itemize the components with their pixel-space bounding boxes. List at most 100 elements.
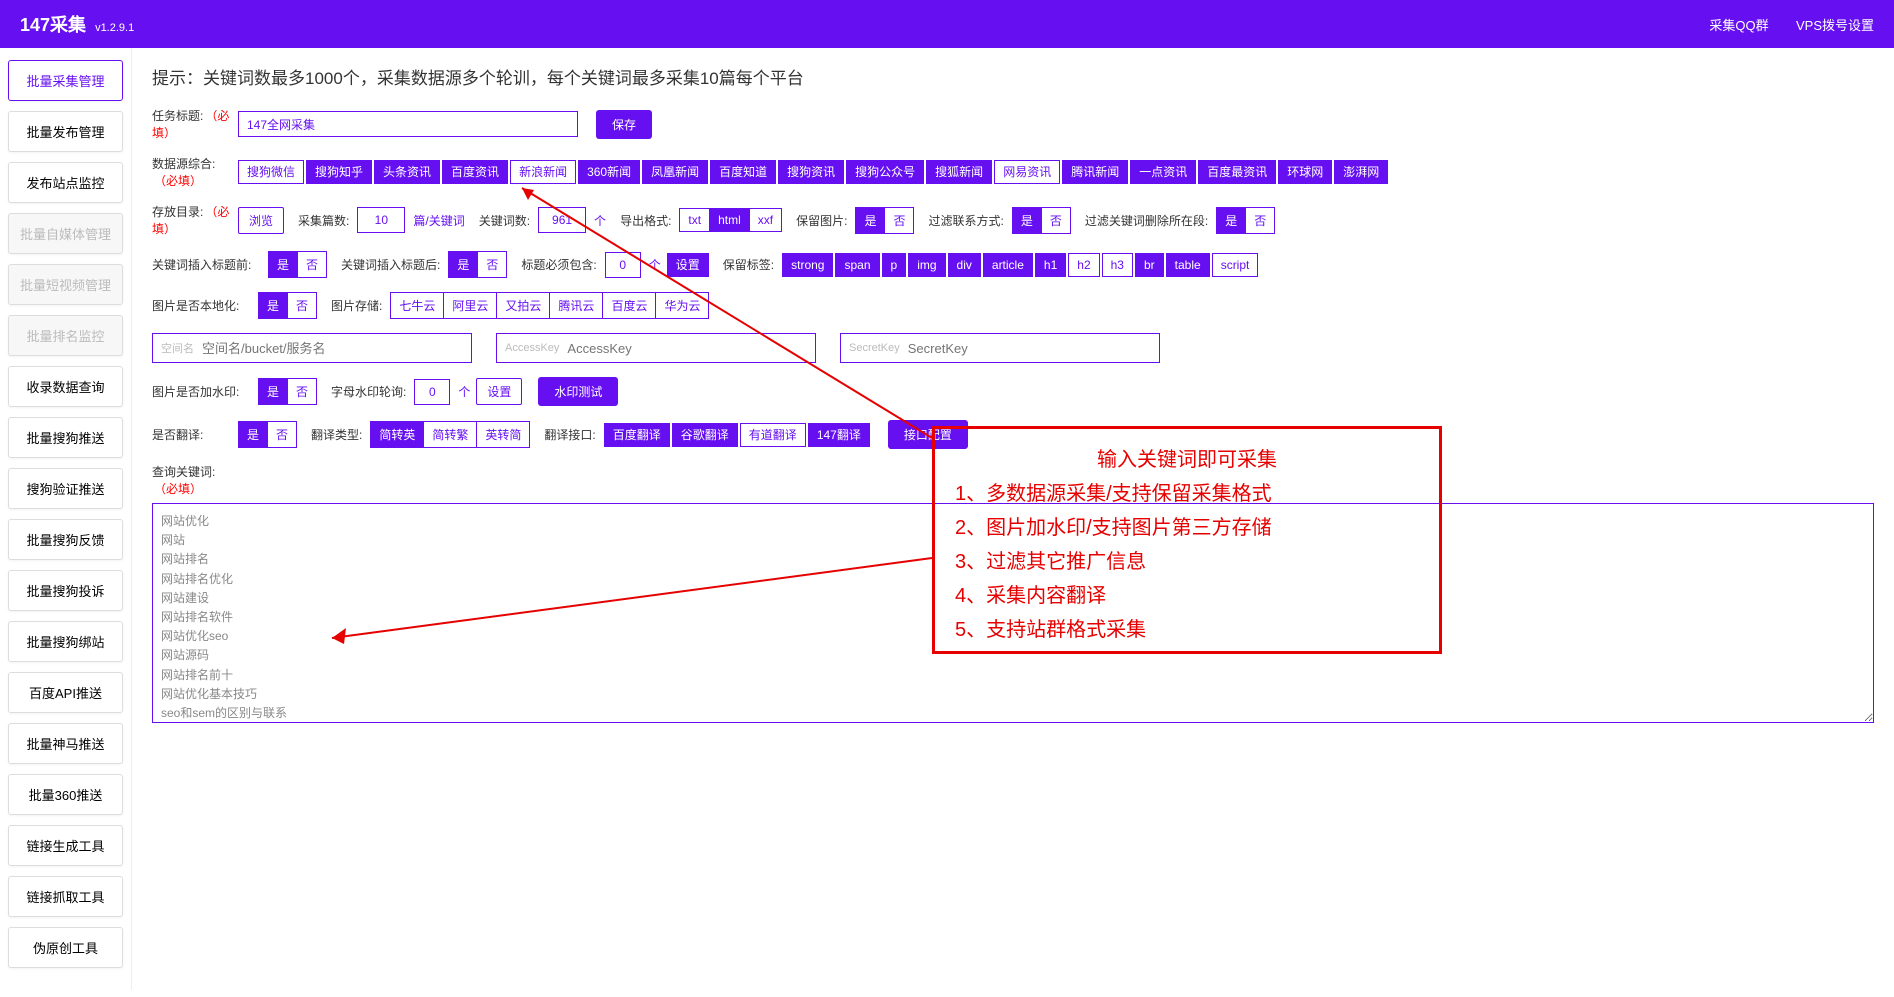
sidebar-item-8[interactable]: 搜狗验证推送 <box>8 468 123 509</box>
label-dir: 存放目录:（必填） <box>152 203 232 237</box>
source-tag-12[interactable]: 腾讯新闻 <box>1062 160 1128 184</box>
keep-tag-article[interactable]: article <box>983 253 1033 277</box>
keep-tag-h1[interactable]: h1 <box>1035 253 1066 277</box>
source-tag-13[interactable]: 一点资讯 <box>1130 160 1196 184</box>
source-tag-6[interactable]: 凤凰新闻 <box>642 160 708 184</box>
wm-set-button[interactable]: 设置 <box>476 378 522 405</box>
source-tag-2[interactable]: 头条资讯 <box>374 160 440 184</box>
input-count[interactable] <box>357 207 405 233</box>
input-task-title[interactable] <box>238 111 578 137</box>
opt-no[interactable]: 否 <box>298 251 327 278</box>
keep-tag-p[interactable]: p <box>882 253 907 277</box>
source-tag-4[interactable]: 新浪新闻 <box>510 160 576 184</box>
api-config-button[interactable]: 接口配置 <box>888 420 968 449</box>
sidebar-item-14[interactable]: 批量360推送 <box>8 774 123 815</box>
opt-no[interactable]: 否 <box>885 207 914 234</box>
source-tag-7[interactable]: 百度知道 <box>710 160 776 184</box>
input-space-name[interactable] <box>202 341 463 356</box>
source-tag-8[interactable]: 搜狗资讯 <box>778 160 844 184</box>
opt-no[interactable]: 否 <box>478 251 507 278</box>
store-opt-5[interactable]: 华为云 <box>656 292 709 319</box>
input-accesskey[interactable] <box>567 341 807 356</box>
save-button[interactable]: 保存 <box>596 110 652 139</box>
fmt-opt-txt[interactable]: txt <box>679 208 710 232</box>
label-format: 导出格式: <box>620 212 671 229</box>
opt-yes[interactable]: 是 <box>238 421 268 448</box>
opt-yes[interactable]: 是 <box>855 207 885 234</box>
source-tag-9[interactable]: 搜狗公众号 <box>846 160 924 184</box>
sidebar-item-0[interactable]: 批量采集管理 <box>8 60 123 101</box>
source-tag-3[interactable]: 百度资讯 <box>442 160 508 184</box>
sidebar-item-12[interactable]: 百度API推送 <box>8 672 123 713</box>
fmt-opt-html[interactable]: html <box>710 208 750 232</box>
keep-tag-br[interactable]: br <box>1135 253 1164 277</box>
trans-api-3[interactable]: 147翻译 <box>808 423 870 447</box>
store-opt-3[interactable]: 腾讯云 <box>550 292 603 319</box>
store-opt-1[interactable]: 阿里云 <box>444 292 497 319</box>
row-task-title: 任务标题:（必填） 保存 <box>152 107 1874 141</box>
source-tag-14[interactable]: 百度最资讯 <box>1198 160 1276 184</box>
trans-type-1[interactable]: 简转繁 <box>424 421 477 448</box>
source-tag-11[interactable]: 网易资讯 <box>994 160 1060 184</box>
btn-must-set[interactable]: 设置 <box>667 253 709 277</box>
keep-tag-h2[interactable]: h2 <box>1068 253 1099 277</box>
opt-no[interactable]: 否 <box>1246 207 1275 234</box>
opt-yes[interactable]: 是 <box>1012 207 1042 234</box>
source-tag-5[interactable]: 360新闻 <box>578 160 640 184</box>
source-tag-0[interactable]: 搜狗微信 <box>238 160 304 184</box>
opt-yes[interactable]: 是 <box>448 251 478 278</box>
sidebar-item-2[interactable]: 发布站点监控 <box>8 162 123 203</box>
sidebar-item-10[interactable]: 批量搜狗投诉 <box>8 570 123 611</box>
top-links: 采集QQ群 VPS拨号设置 <box>1685 15 1874 34</box>
opt-yes[interactable]: 是 <box>1216 207 1246 234</box>
input-must-contain[interactable] <box>605 252 641 278</box>
label-localize: 图片是否本地化: <box>152 297 252 314</box>
source-tag-15[interactable]: 环球网 <box>1278 160 1332 184</box>
source-tag-16[interactable]: 澎湃网 <box>1334 160 1388 184</box>
browse-button[interactable]: 浏览 <box>238 207 284 234</box>
keep-tag-script[interactable]: script <box>1212 253 1259 277</box>
opt-yes[interactable]: 是 <box>268 251 298 278</box>
opt-no[interactable]: 否 <box>288 292 317 319</box>
sidebar-item-11[interactable]: 批量搜狗绑站 <box>8 621 123 662</box>
wm-test-button[interactable]: 水印测试 <box>538 377 618 406</box>
input-secretkey[interactable] <box>908 341 1151 356</box>
trans-type-2[interactable]: 英转简 <box>477 421 530 448</box>
fmt-opt-xxf[interactable]: xxf <box>750 208 782 232</box>
source-tag-1[interactable]: 搜狗知乎 <box>306 160 372 184</box>
source-tag-10[interactable]: 搜狐新闻 <box>926 160 992 184</box>
store-opt-0[interactable]: 七牛云 <box>390 292 444 319</box>
input-kwcount[interactable] <box>538 207 586 233</box>
store-opt-2[interactable]: 又拍云 <box>497 292 550 319</box>
sidebar-item-1[interactable]: 批量发布管理 <box>8 111 123 152</box>
sidebar-item-15[interactable]: 链接生成工具 <box>8 825 123 866</box>
trans-type-0[interactable]: 简转英 <box>370 421 424 448</box>
keep-tag-h3[interactable]: h3 <box>1102 253 1133 277</box>
opt-no[interactable]: 否 <box>1042 207 1071 234</box>
opt-no[interactable]: 否 <box>288 378 317 405</box>
keep-tag-div[interactable]: div <box>948 253 981 277</box>
sidebar-item-17[interactable]: 伪原创工具 <box>8 927 123 968</box>
textarea-keywords[interactable] <box>152 503 1874 723</box>
sidebar-item-16[interactable]: 链接抓取工具 <box>8 876 123 917</box>
opt-yes[interactable]: 是 <box>258 378 288 405</box>
segment-keep-img: 是 否 <box>855 207 914 234</box>
keep-tag-strong[interactable]: strong <box>782 253 833 277</box>
keep-tag-img[interactable]: img <box>908 253 945 277</box>
store-opt-4[interactable]: 百度云 <box>603 292 656 319</box>
opt-no[interactable]: 否 <box>268 421 297 448</box>
keep-tag-table[interactable]: table <box>1166 253 1210 277</box>
trans-api-1[interactable]: 谷歌翻译 <box>672 423 738 447</box>
segment-filter-kw-del: 是 否 <box>1216 207 1275 234</box>
sidebar-item-7[interactable]: 批量搜狗推送 <box>8 417 123 458</box>
trans-api-2[interactable]: 有道翻译 <box>740 423 806 447</box>
trans-api-0[interactable]: 百度翻译 <box>604 423 670 447</box>
opt-yes[interactable]: 是 <box>258 292 288 319</box>
input-wm-loop[interactable] <box>414 379 450 405</box>
link-qq-group[interactable]: 采集QQ群 <box>1709 18 1768 33</box>
keep-tag-span[interactable]: span <box>835 253 879 277</box>
sidebar-item-9[interactable]: 批量搜狗反馈 <box>8 519 123 560</box>
link-vps-dial[interactable]: VPS拨号设置 <box>1796 18 1874 33</box>
sidebar-item-6[interactable]: 收录数据查询 <box>8 366 123 407</box>
sidebar-item-13[interactable]: 批量神马推送 <box>8 723 123 764</box>
